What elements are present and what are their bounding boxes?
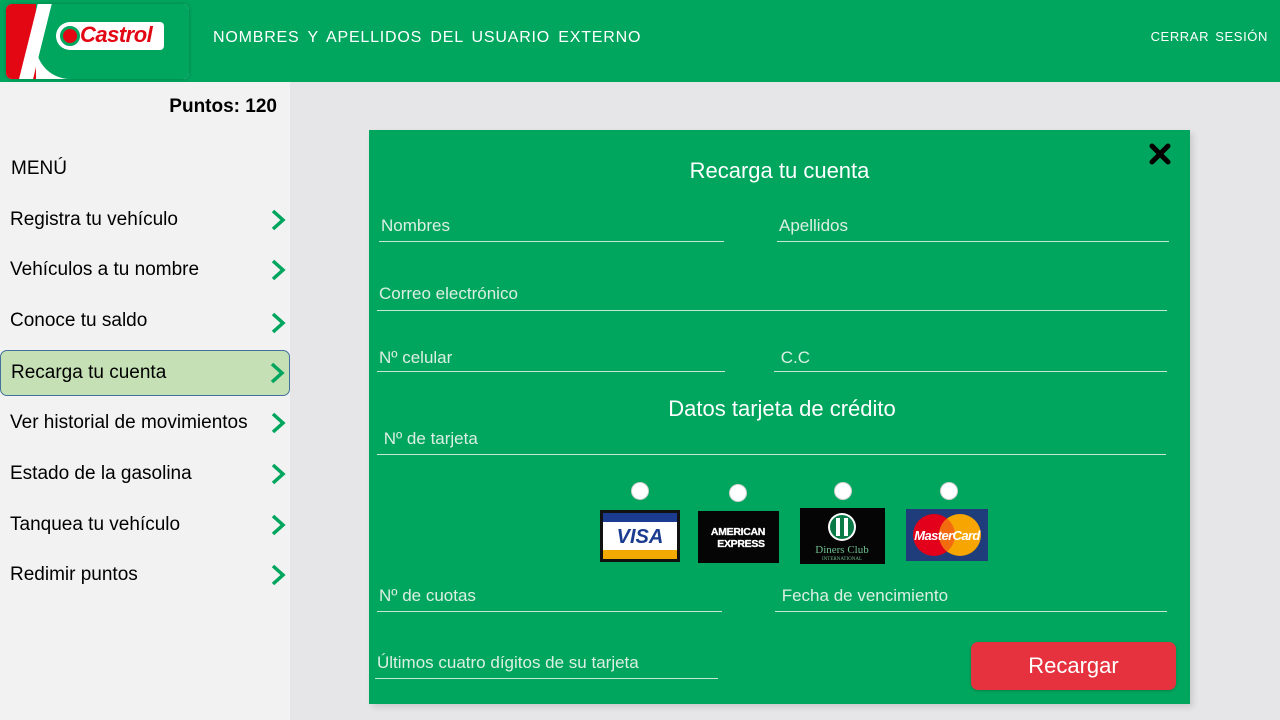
card-number-input[interactable] — [377, 425, 1166, 455]
sidebar-item-vehiculos-nombre[interactable]: Vehículos a tu nombre — [0, 247, 290, 293]
svg-text:Diners Club: Diners Club — [815, 544, 869, 556]
nombres-field — [379, 212, 724, 242]
svg-text:EXPRESS: EXPRESS — [717, 538, 765, 550]
diners-radio[interactable] — [834, 482, 852, 500]
mastercard-radio[interactable] — [940, 482, 958, 500]
castrol-logo[interactable]: Castrol — [6, 4, 189, 79]
chevron-right-icon — [270, 362, 285, 384]
sidebar-item-label: Ver historial de movimientos — [10, 412, 248, 433]
points-balance: Puntos: 120 — [169, 96, 277, 117]
svg-text:AMERICAN: AMERICAN — [711, 526, 765, 538]
recargar-button[interactable]: Recargar — [971, 642, 1176, 690]
visa-radio[interactable] — [631, 482, 649, 500]
menu-title: MENÚ — [11, 158, 67, 179]
sidebar-item-estado-gasolina[interactable]: Estado de la gasolina — [0, 451, 290, 497]
svg-text:VISA: VISA — [617, 526, 664, 548]
svg-text:INTERNATIONAL: INTERNATIONAL — [822, 557, 862, 562]
sidebar-item-redimir-puntos[interactable]: Redimir puntos — [0, 552, 290, 598]
apellidos-field — [777, 212, 1169, 242]
chevron-right-icon — [271, 514, 286, 536]
dialog-title: Recarga tu cuenta — [689, 158, 870, 183]
sidebar-item-conoce-saldo[interactable]: Conoce tu saldo — [0, 300, 290, 346]
chevron-right-icon — [271, 259, 286, 281]
chevron-right-icon — [271, 312, 286, 334]
sidebar-item-historial-movimientos[interactable]: Ver historial de movimientos — [0, 400, 290, 446]
phone-input[interactable] — [377, 346, 725, 372]
logo-wordmark: Castrol — [80, 22, 153, 47]
sidebar-item-label: Registra tu vehículo — [10, 209, 178, 230]
tarjeta-field — [377, 425, 1166, 455]
email-input[interactable] — [377, 279, 1167, 311]
sidebar-item-tanquea-vehiculo[interactable]: Tanquea tu vehículo — [0, 502, 290, 548]
apellidos-input[interactable] — [777, 212, 1169, 242]
amex-logo-icon[interactable]: AMERICAN EXPRESS — [698, 511, 779, 563]
amex-radio[interactable] — [729, 484, 747, 502]
sidebar-item-label: Vehículos a tu nombre — [10, 259, 200, 280]
mastercard-logo-icon[interactable]: MasterCard — [906, 509, 988, 561]
card-section-title: Datos tarjeta de crédito — [668, 396, 896, 421]
last-four-digits-input[interactable] — [375, 649, 718, 679]
sidebar-item-recarga-cuenta[interactable]: Recarga tu cuenta — [0, 350, 290, 396]
cc-input[interactable] — [774, 346, 1167, 372]
sidebar: Puntos: 120 MENÚ Registra tu vehículo Ve… — [0, 82, 290, 720]
sidebar-item-registra-vehiculo[interactable]: Registra tu vehículo — [0, 197, 290, 243]
chevron-right-icon — [271, 209, 286, 231]
sidebar-item-label: Conoce tu saldo — [10, 310, 148, 331]
sidebar-item-label: Recarga tu cuenta — [11, 362, 167, 383]
nombres-input[interactable] — [379, 212, 724, 242]
visa-logo-icon[interactable]: VISA — [600, 510, 680, 562]
correo-field — [377, 279, 1167, 311]
diners-club-logo-icon[interactable]: Diners Club INTERNATIONAL — [800, 508, 885, 564]
top-bar: Castrol NOMBRES Y APELLIDOS DEL USUARIO … — [0, 0, 1280, 82]
chevron-right-icon — [271, 412, 286, 434]
sidebar-item-label: Tanquea tu vehículo — [10, 514, 181, 535]
vencimiento-field — [775, 582, 1167, 612]
sidebar-item-label: Estado de la gasolina — [10, 463, 192, 484]
svg-text:MasterCard: MasterCard — [914, 528, 981, 543]
cuotas-field — [377, 582, 722, 612]
sidebar-item-label: Redimir puntos — [10, 564, 138, 585]
recharge-dialog: Recarga tu cuenta Datos tarjeta de crédi… — [369, 130, 1190, 704]
user-name-label: NOMBRES Y APELLIDOS DEL USUARIO EXTERNO — [213, 29, 642, 46]
installments-input[interactable] — [377, 582, 722, 612]
chevron-right-icon — [271, 564, 286, 586]
celular-field — [377, 346, 725, 372]
logout-link[interactable]: CERRAR SESIÓN — [1151, 29, 1268, 44]
expiry-date-input[interactable] — [775, 582, 1167, 612]
cc-field — [774, 346, 1167, 372]
ultimos-digitos-field — [375, 649, 718, 679]
chevron-right-icon — [271, 463, 286, 485]
